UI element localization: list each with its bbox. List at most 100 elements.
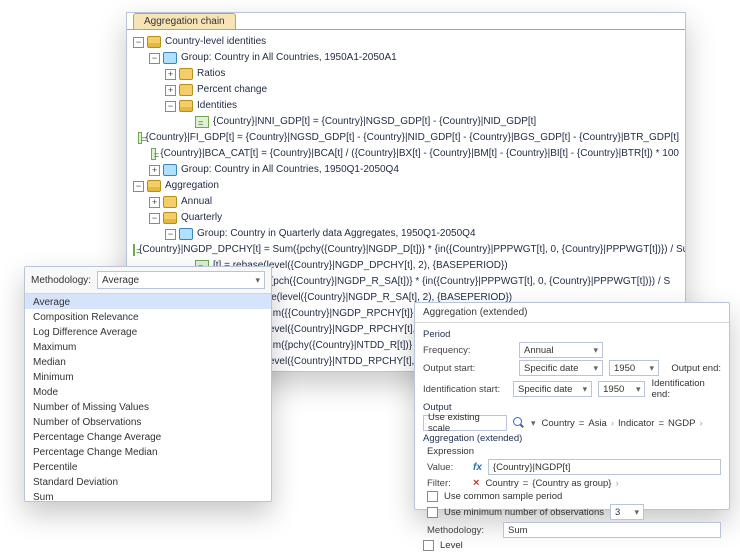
folder-icon — [179, 68, 193, 80]
ident-start-year-select[interactable]: 1950▾ — [598, 381, 645, 397]
tree-row[interactable]: {Country}|NGDP_DPCHY[t] = Sum({pchy({Cou… — [133, 242, 679, 258]
aggregation-extended-panel: Aggregation (extended) Period Frequency:… — [414, 302, 730, 510]
chevron-down-icon: ▾ — [593, 363, 598, 374]
level-checkbox-row[interactable]: Level — [423, 540, 721, 551]
methodology-selected: Average — [102, 275, 139, 286]
common-sample-label: Use common sample period — [444, 491, 562, 502]
collapse-icon[interactable]: − — [133, 37, 144, 48]
methodology-item[interactable]: Average — [25, 294, 271, 309]
ext-methodology-select[interactable]: Sum — [503, 522, 721, 538]
spinner-icon[interactable]: ▾ — [634, 507, 639, 518]
frequency-value: Annual — [524, 345, 554, 356]
tree-row[interactable]: + Group: Country in All Countries, 1950Q1… — [133, 162, 679, 178]
tree-row[interactable]: − Country-level identities — [133, 34, 679, 50]
methodology-item[interactable]: Number of Missing Values — [25, 399, 271, 414]
methodology-list[interactable]: AverageComposition RelevanceLog Differen… — [25, 294, 271, 502]
tree-row[interactable]: − Group: Country in Quarterly data Aggreg… — [133, 226, 679, 242]
group-icon — [179, 228, 193, 240]
methodology-select[interactable]: Average ▾ — [97, 271, 265, 289]
expand-icon[interactable]: + — [165, 85, 176, 96]
expand-icon[interactable]: + — [149, 165, 160, 176]
checkbox-icon[interactable] — [427, 507, 438, 518]
ident-start-mode-value: Specific date — [518, 384, 572, 395]
fx-icon[interactable]: fx — [473, 462, 482, 473]
aggregation-chain-tab[interactable]: Aggregation chain — [133, 13, 236, 29]
tree-row[interactable]: +Annual — [133, 194, 679, 210]
period-section-title: Period — [423, 329, 721, 340]
output-start-mode-value: Specific date — [524, 363, 578, 374]
crumb-country-value[interactable]: Asia — [588, 418, 606, 429]
output-scale-select[interactable]: Use existing scale — [423, 415, 507, 431]
methodology-item[interactable]: Sum — [25, 489, 271, 502]
collapse-icon[interactable]: − — [149, 213, 160, 224]
tree-row[interactable]: −Identities — [133, 98, 679, 114]
ext-methodology-value: Sum — [508, 525, 528, 536]
expand-icon[interactable]: + — [149, 197, 160, 208]
tree-row[interactable]: + Ratios — [133, 66, 679, 82]
chevron-down-icon: ▾ — [593, 345, 598, 356]
tree-row[interactable]: {Country}|BCA_CAT[t] = {Country}|BCA[t] … — [133, 146, 679, 162]
methodology-item[interactable]: Standard Deviation — [25, 474, 271, 489]
tree-row[interactable]: −Quarterly — [133, 210, 679, 226]
filter-country-label: Country — [485, 478, 518, 489]
methodology-item[interactable]: Log Difference Average — [25, 324, 271, 339]
tree-node-label: Group: Country in Quarterly data Aggrega… — [197, 226, 476, 242]
formula-icon — [133, 244, 135, 256]
ident-start-label: Identification start: — [423, 384, 507, 395]
folder-icon — [163, 196, 177, 208]
collapse-icon[interactable]: − — [165, 101, 176, 112]
group-icon — [163, 164, 177, 176]
output-start-label: Output start: — [423, 363, 513, 374]
value-label: Value: — [427, 462, 467, 473]
collapse-icon[interactable]: − — [133, 181, 144, 192]
search-icon[interactable] — [513, 417, 525, 429]
value-expression-input[interactable]: {Country}|NGDP[t] — [488, 459, 721, 475]
methodology-item[interactable]: Composition Relevance — [25, 309, 271, 324]
tree-node-label: Ratios — [197, 66, 225, 82]
chevron-down-icon: ▾ — [255, 275, 260, 286]
output-start-year-select[interactable]: 1950▾ — [609, 360, 659, 376]
folder-icon — [179, 84, 193, 96]
folder-open-icon — [163, 212, 177, 224]
tree-row[interactable]: {Country}|NNI_GDP[t] = {Country}|NGSD_GD… — [133, 114, 679, 130]
checkbox-icon[interactable] — [423, 540, 434, 551]
crumb-separator-icon: › — [611, 418, 614, 429]
expand-icon[interactable]: + — [165, 69, 176, 80]
methodology-item[interactable]: Maximum — [25, 339, 271, 354]
checkbox-icon[interactable] — [427, 491, 438, 502]
frequency-label: Frequency: — [423, 345, 513, 356]
tree-node-label: {Country}|BCA_CAT[t] = {Country}|BCA[t] … — [160, 146, 679, 162]
methodology-item[interactable]: Number of Observations — [25, 414, 271, 429]
methodology-item[interactable]: Mode — [25, 384, 271, 399]
formula-icon — [151, 148, 156, 160]
clear-filter-icon[interactable]: × — [473, 477, 479, 489]
output-start-mode-select[interactable]: Specific date ▾ — [519, 360, 603, 376]
tree-node-label: Group: Country in All Countries, 1950Q1-… — [181, 162, 399, 178]
min-obs-value: 3 — [615, 507, 620, 518]
output-start-year-value: 1950 — [614, 363, 635, 374]
tree-row[interactable]: +Percent change — [133, 82, 679, 98]
collapse-icon[interactable]: − — [165, 229, 176, 240]
formula-icon — [195, 116, 209, 128]
tree-row[interactable]: {Country}|FI_GDP[t] = {Country}|NGSD_GDP… — [133, 130, 679, 146]
frequency-select[interactable]: Annual ▾ — [519, 342, 603, 358]
methodology-item[interactable]: Percentile — [25, 459, 271, 474]
crumb-indicator-value[interactable]: NGDP — [668, 418, 695, 429]
methodology-item[interactable]: Percentage Change Average — [25, 429, 271, 444]
min-obs-checkbox-row[interactable]: Use minimum number of observations 3▾ — [427, 504, 721, 520]
ident-start-mode-select[interactable]: Specific date▾ — [513, 381, 592, 397]
tree-node-label: Country-level identities — [165, 34, 266, 50]
methodology-item[interactable]: Median — [25, 354, 271, 369]
output-breadcrumb: Country = Asia › Indicator = NGDP › — [542, 418, 703, 429]
min-obs-input[interactable]: 3▾ — [610, 504, 644, 520]
filter-country-value[interactable]: {Country as group} — [532, 478, 611, 489]
tree-row[interactable]: −Aggregation — [133, 178, 679, 194]
methodology-item[interactable]: Percentage Change Median — [25, 444, 271, 459]
tree-row[interactable]: −Group: Country in All Countries, 1950A1… — [133, 50, 679, 66]
common-sample-checkbox-row[interactable]: Use common sample period — [427, 491, 721, 502]
value-expression-text: {Country}|NGDP[t] — [493, 462, 570, 473]
methodology-popup: Methodology: Average ▾ AverageCompositio… — [24, 266, 272, 502]
collapse-icon[interactable]: − — [149, 53, 160, 64]
group-icon — [163, 52, 177, 64]
methodology-item[interactable]: Minimum — [25, 369, 271, 384]
